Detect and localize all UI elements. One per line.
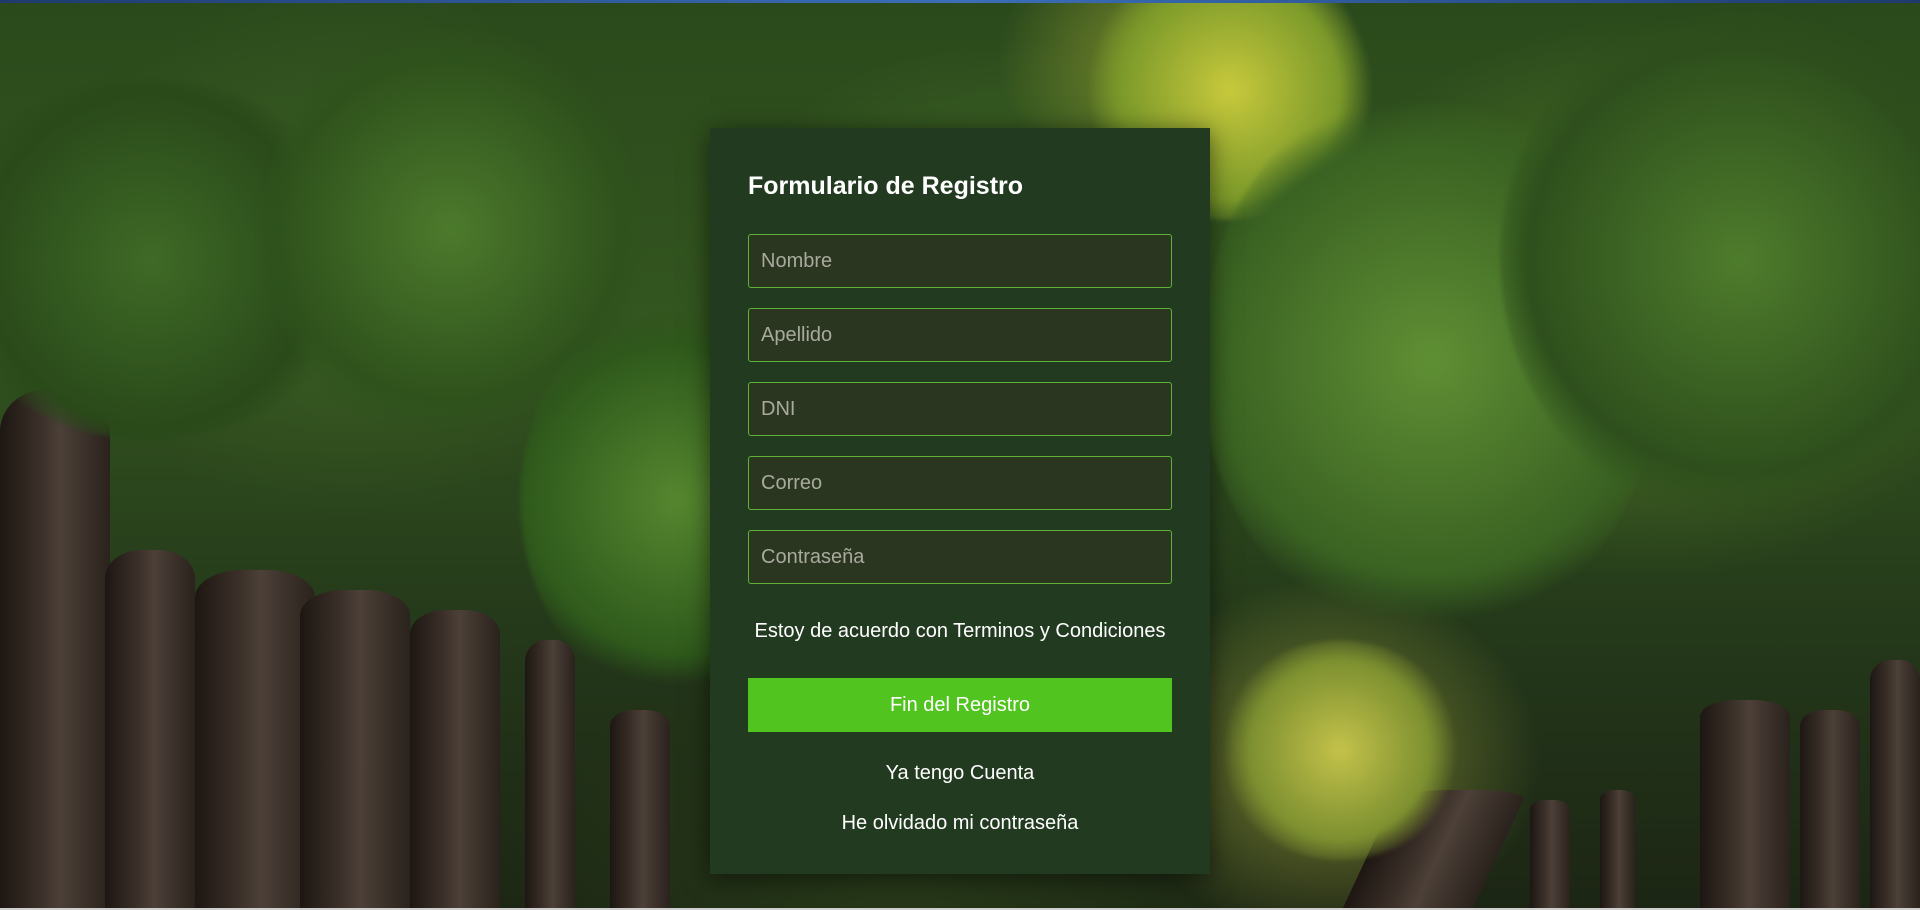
contrasena-input[interactable] <box>748 530 1172 584</box>
nombre-input[interactable] <box>748 234 1172 288</box>
forgot-password-link[interactable]: He olvidado mi contraseña <box>748 808 1172 838</box>
window-top-strip <box>0 0 1920 3</box>
tree-trunk <box>1600 790 1635 910</box>
tree-trunk <box>610 710 670 910</box>
apellido-input[interactable] <box>748 308 1172 362</box>
tree-trunk <box>1870 660 1920 910</box>
tree-trunk <box>0 390 110 910</box>
finish-registration-button[interactable]: Fin del Registro <box>748 678 1172 732</box>
tree-trunk <box>1800 710 1860 910</box>
tree-trunk <box>1530 800 1570 910</box>
tree-trunk <box>410 610 500 910</box>
correo-input[interactable] <box>748 456 1172 510</box>
form-title: Formulario de Registro <box>748 172 1024 200</box>
terms-link[interactable]: Estoy de acuerdo con Terminos y Condicio… <box>748 616 1172 646</box>
tree-trunk <box>195 570 315 910</box>
foliage <box>1220 640 1460 860</box>
have-account-link[interactable]: Ya tengo Cuenta <box>748 758 1172 788</box>
tree-trunk <box>525 640 575 910</box>
tree-trunk <box>300 590 410 910</box>
registration-form: Formulario de Registro Estoy de acuerdo … <box>710 128 1210 874</box>
dni-input[interactable] <box>748 382 1172 436</box>
tree-trunk <box>1700 700 1790 910</box>
tree-trunk <box>105 550 195 910</box>
